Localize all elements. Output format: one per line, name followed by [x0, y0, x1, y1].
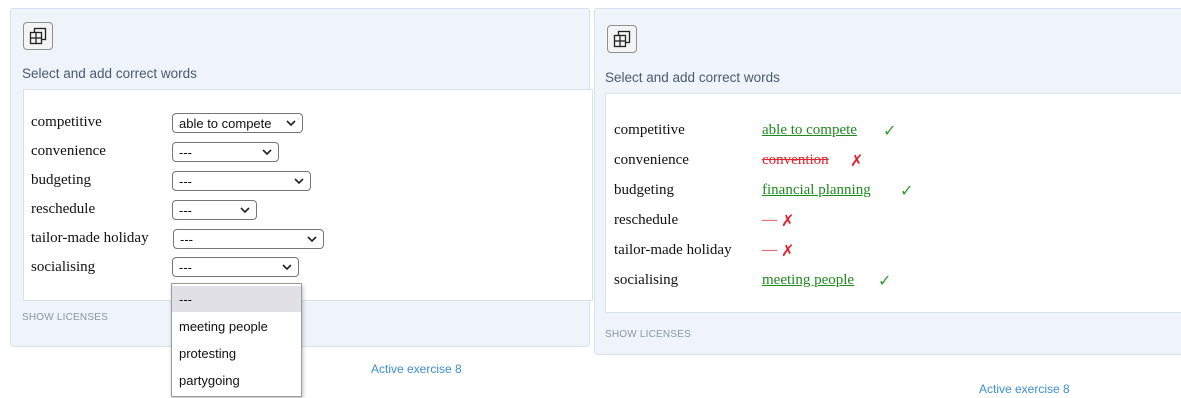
answer-correct: able to compete — [762, 122, 857, 138]
chevron-down-icon — [283, 120, 299, 126]
term-label: tailor-made holiday — [31, 230, 149, 246]
dropdown-option[interactable]: partygoing — [172, 367, 301, 393]
cross-icon: ✗ — [850, 151, 864, 170]
term-label: reschedule — [614, 212, 679, 228]
fullscreen-button[interactable] — [607, 25, 637, 53]
window-restore-icon — [613, 30, 631, 48]
term-label: socialising — [31, 259, 96, 275]
term-label: convenience — [614, 152, 689, 168]
exercise-content — [23, 89, 593, 301]
dropdown-option[interactable]: --- — [172, 286, 301, 312]
term-label: budgeting — [31, 172, 91, 188]
dropdown-option[interactable]: protesting — [172, 340, 301, 366]
select-value: --- — [179, 202, 192, 218]
term-label: competitive — [614, 122, 685, 138]
term-label: competitive — [31, 114, 102, 130]
dropdown-option[interactable]: meeting people — [172, 313, 301, 339]
answer-select[interactable]: --- — [172, 142, 279, 162]
chevron-down-icon — [279, 264, 295, 270]
term-label: reschedule — [31, 201, 96, 217]
select-value: --- — [179, 259, 192, 275]
answer-correct: meeting people — [762, 272, 855, 288]
select-value: --- — [180, 231, 193, 247]
check-icon: ✓ — [883, 121, 897, 140]
answer-select[interactable]: --- — [172, 257, 299, 277]
show-licenses-link[interactable]: SHOW LICENSES — [605, 329, 691, 340]
active-exercise-link[interactable]: Active exercise 8 — [371, 362, 462, 376]
exercise-panel-right: Select and add correct words SHOW LICENS… — [594, 8, 1181, 355]
chevron-down-icon — [304, 236, 320, 242]
show-licenses-link[interactable]: SHOW LICENSES — [22, 312, 108, 323]
answer-correct: financial planning — [762, 182, 871, 198]
chevron-down-icon — [259, 149, 275, 155]
select-value: --- — [179, 144, 192, 160]
fullscreen-button[interactable] — [23, 22, 53, 50]
cross-icon: ✗ — [781, 211, 795, 230]
chevron-down-icon — [237, 207, 253, 213]
check-icon: ✓ — [900, 181, 914, 200]
active-exercise-link[interactable]: Active exercise 8 — [979, 382, 1070, 396]
window-restore-icon — [29, 27, 47, 45]
select-value: --- — [179, 173, 192, 189]
chevron-down-icon — [291, 178, 307, 184]
dropdown-list: --- meeting people protesting partygoing — [171, 283, 302, 397]
term-label: budgeting — [614, 182, 674, 198]
term-label: socialising — [614, 272, 679, 288]
instruction-text: Select and add correct words — [22, 66, 197, 81]
answer-select[interactable]: --- — [173, 229, 324, 249]
cross-icon: ✗ — [781, 241, 795, 260]
answer-select[interactable]: --- — [172, 171, 311, 191]
answer-select[interactable]: --- — [172, 200, 257, 220]
answer-empty: — — [762, 212, 777, 228]
answer-empty: — — [762, 242, 777, 258]
answer-wrong: convention — [762, 152, 829, 168]
instruction-text: Select and add correct words — [605, 70, 780, 85]
select-value: able to compete — [179, 115, 272, 131]
check-icon: ✓ — [878, 271, 892, 290]
answer-select[interactable]: able to compete — [172, 113, 303, 133]
term-label: tailor-made holiday — [614, 242, 732, 258]
term-label: convenience — [31, 143, 106, 159]
